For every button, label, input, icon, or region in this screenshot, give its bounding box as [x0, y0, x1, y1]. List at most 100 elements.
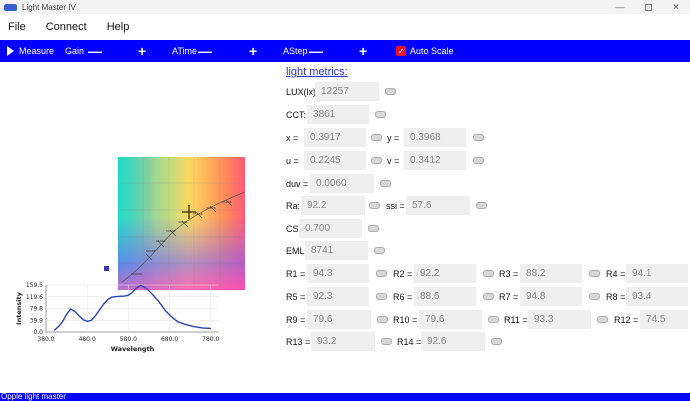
u-toggle[interactable] — [371, 157, 382, 164]
menu-file[interactable]: File — [8, 21, 26, 33]
cie-planckian-locus: 12000K 8000K 6500K 5000K 4000K 3500K 300… — [118, 157, 245, 290]
maximize-icon — [644, 3, 652, 11]
svg-text:3000K: 3000K — [206, 206, 217, 210]
r2-label: R2 = — [393, 269, 413, 279]
r4-label: R4 = — [606, 269, 626, 279]
svg-text:2500K: 2500K — [222, 200, 233, 204]
menu-bar: File Connect Help — [0, 15, 690, 39]
y-tick-label: 39.9 — [30, 317, 44, 324]
r10-toggle[interactable] — [488, 316, 499, 323]
toolbar: Measure Gain — + ATime — + AStep — + ✓ A… — [0, 40, 690, 62]
x-tick-label: 380.0 — [37, 336, 54, 343]
x-toggle[interactable] — [371, 134, 382, 141]
gain-increase-button[interactable]: + — [138, 40, 146, 62]
y-axis-label: Intensity — [15, 291, 23, 324]
atime-label: ATime — [172, 46, 198, 56]
r6-value: 88.6 — [414, 287, 476, 306]
x-tick-label: 680.0 — [161, 336, 178, 343]
r14-value: 92.6 — [421, 332, 485, 351]
eml-value: 8741 — [305, 241, 368, 260]
measure-button[interactable]: Measure — [7, 40, 54, 62]
gain-decrease-button[interactable]: — — [88, 40, 102, 62]
r14-toggle[interactable] — [491, 338, 502, 345]
duv-toggle[interactable] — [380, 180, 391, 187]
ra-toggle[interactable] — [369, 202, 380, 209]
spectrum-line — [53, 284, 211, 332]
astep-label: AStep — [283, 46, 308, 56]
r8-label: R8 = — [606, 292, 626, 302]
duv-value: 0.0060 — [310, 174, 374, 193]
x-tick-label: 780.0 — [202, 336, 219, 343]
autoscale-toggle[interactable]: ✓ Auto Scale — [396, 40, 454, 62]
maximize-button[interactable] — [634, 0, 662, 14]
x-label: x = — [286, 133, 299, 143]
lux-label: LUX(lx): — [286, 87, 319, 97]
close-button[interactable]: ✕ — [662, 0, 690, 14]
x-value: 0.3917 — [304, 128, 366, 147]
y-toggle[interactable] — [473, 134, 484, 141]
r8-value: 93.4 — [626, 287, 688, 306]
r9-label: R9 = — [286, 315, 306, 325]
gain-label: Gain — [65, 46, 85, 56]
v-toggle[interactable] — [473, 157, 484, 164]
x-tick-label: 580.0 — [120, 336, 137, 343]
autoscale-label: Auto Scale — [410, 46, 454, 56]
r13-toggle[interactable] — [381, 338, 392, 345]
atime-value-field[interactable] — [216, 40, 246, 62]
svg-text:3500K: 3500K — [193, 212, 204, 216]
lux-toggle[interactable] — [385, 88, 396, 95]
cct-toggle[interactable] — [375, 111, 386, 118]
autoscale-checkbox[interactable]: ✓ — [396, 46, 406, 56]
play-icon — [7, 46, 14, 56]
eml-toggle[interactable] — [374, 247, 385, 254]
r13-label: R13 = — [286, 337, 311, 347]
eml-label: EML: — [286, 246, 308, 256]
r10-label: R10 = — [393, 315, 418, 325]
r5-label: R5 = — [286, 292, 306, 302]
metrics-title[interactable]: light metrics: — [286, 66, 348, 78]
ssi-label: ssi = — [386, 201, 405, 211]
svg-text:8000K: 8000K — [146, 249, 157, 253]
menu-help[interactable]: Help — [107, 21, 130, 33]
astep-value-field[interactable] — [327, 40, 357, 62]
r12-label: R12 = — [614, 315, 639, 325]
close-icon: ✕ — [672, 1, 680, 12]
gain-value-field[interactable] — [106, 40, 136, 62]
cct-label: CCT: — [286, 110, 306, 120]
y-tick-label: 79.8 — [30, 306, 44, 313]
r6-toggle[interactable] — [483, 293, 494, 300]
r4-value: 94.1 — [626, 264, 688, 283]
r11-toggle[interactable] — [597, 316, 608, 323]
astep-decrease-button[interactable]: — — [309, 40, 323, 62]
cs-toggle[interactable] — [368, 225, 379, 232]
r6-label: R6 = — [393, 292, 413, 302]
r2-toggle[interactable] — [483, 270, 494, 277]
r7-label: R7 = — [499, 292, 519, 302]
svg-text:6500K: 6500K — [156, 239, 167, 243]
r13-value: 93.2 — [311, 332, 375, 351]
menu-connect[interactable]: Connect — [46, 21, 87, 33]
r3-toggle[interactable] — [589, 270, 600, 277]
svg-text:12000K: 12000K — [131, 272, 144, 276]
ssi-toggle[interactable] — [476, 202, 487, 209]
ra-value: 92.2 — [301, 196, 365, 215]
ssi-value: 57.6 — [406, 196, 470, 215]
r14-label: R14 = — [397, 337, 422, 347]
app-window: Light Master IV — ✕ File Connect Help Me… — [0, 0, 690, 401]
title-bar: Light Master IV — [0, 0, 690, 14]
x-axis-label: Wavelength — [111, 345, 155, 353]
cs-value: 0.700 — [299, 219, 362, 238]
astep-increase-button[interactable]: + — [359, 40, 367, 62]
atime-decrease-button[interactable]: — — [198, 40, 212, 62]
r5-toggle[interactable] — [376, 293, 387, 300]
svg-text:5000K: 5000K — [166, 229, 177, 233]
r9-toggle[interactable] — [377, 316, 388, 323]
r7-toggle[interactable] — [589, 293, 600, 300]
r1-toggle[interactable] — [376, 270, 387, 277]
cct-value: 3861 — [307, 105, 369, 124]
minimize-button[interactable]: — — [606, 0, 634, 14]
r12-value: 74.5 — [640, 310, 688, 329]
x-tick-label: 480.0 — [79, 336, 96, 343]
y-tick-label: 159.5 — [26, 282, 43, 289]
atime-increase-button[interactable]: + — [249, 40, 257, 62]
